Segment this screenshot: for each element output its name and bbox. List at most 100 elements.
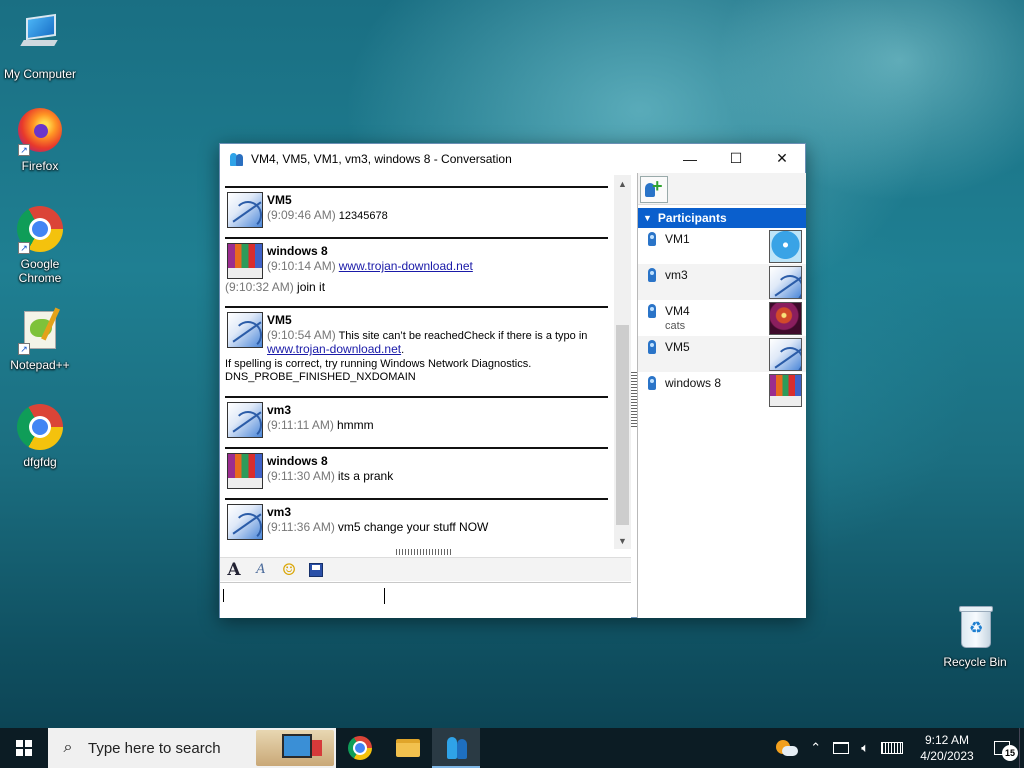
- system-tray: ⌃ 🔈︎ 9:12 AM 4/20/2023 15: [770, 728, 1024, 768]
- folder-icon: [396, 739, 420, 757]
- message-timestamp: (9:09:46 AM): [267, 208, 336, 222]
- notification-badge: 15: [1002, 745, 1018, 761]
- participant-item[interactable]: vm3: [638, 264, 806, 300]
- taskbar-chrome[interactable]: [336, 728, 384, 768]
- taskbar-messenger[interactable]: [432, 728, 480, 768]
- close-button[interactable]: ✕: [759, 144, 805, 173]
- buddy-icon: [648, 304, 656, 318]
- desktop-icon-my-computer[interactable]: My Computer: [0, 8, 80, 81]
- message-sender: VM5: [267, 313, 292, 327]
- volume-button[interactable]: 🔈︎: [855, 728, 875, 768]
- participants-toolbar: +: [638, 173, 806, 205]
- computer-icon: [16, 13, 64, 64]
- action-center-button[interactable]: 15: [985, 728, 1019, 768]
- clock[interactable]: 9:12 AM 4/20/2023: [909, 728, 985, 768]
- chrome-icon: [16, 404, 64, 452]
- scroll-up-icon[interactable]: ▲: [614, 175, 631, 192]
- show-desktop-button[interactable]: [1019, 728, 1024, 768]
- notepad-plus-plus-icon: ↗: [16, 307, 64, 355]
- message-line: (9:10:54 AM) This site can’t be reachedC…: [267, 328, 587, 342]
- message-line: www.trojan-download.net.: [267, 342, 404, 356]
- horizontal-splitter-handle[interactable]: [396, 549, 452, 555]
- input-indicator-button[interactable]: [875, 728, 909, 768]
- conversation-window: VM4, VM5, VM1, vm3, windows 8 - Conversa…: [219, 143, 806, 618]
- message-text: its a prank: [337, 469, 394, 483]
- desktop-icon-label: dfgfdg: [23, 455, 57, 469]
- message-text: 12345678: [338, 210, 388, 222]
- message-scrollbar[interactable]: ▲ ▼: [614, 175, 631, 549]
- avatar: [769, 374, 802, 407]
- smiley-button[interactable]: ☺: [278, 560, 300, 580]
- keyboard-icon: [881, 742, 903, 754]
- participant-item[interactable]: windows 8: [638, 372, 806, 408]
- avatar: [769, 266, 802, 299]
- save-button[interactable]: [306, 560, 326, 580]
- font-button[interactable]: A: [224, 560, 244, 580]
- scroll-thumb[interactable]: [616, 325, 629, 525]
- participant-name: VM5: [665, 340, 690, 354]
- buddy-icon: [648, 376, 656, 390]
- speaker-icon: 🔈︎: [861, 740, 869, 755]
- network-button[interactable]: [827, 728, 855, 768]
- avatar: [227, 192, 263, 228]
- ibeam-cursor-icon: [384, 588, 386, 604]
- firefox-icon: ↗: [16, 108, 64, 156]
- desktop-icon-notepad-plus-plus[interactable]: ↗ Notepad++: [0, 305, 80, 372]
- maximize-button[interactable]: ☐: [713, 144, 759, 173]
- message-link[interactable]: www.trojan-download.net: [339, 259, 473, 273]
- desktop-icon-label: Recycle Bin: [943, 655, 1007, 669]
- search-highlight-icon: [256, 730, 334, 766]
- text-style-button[interactable]: A: [250, 560, 272, 580]
- taskbar-file-explorer[interactable]: [384, 728, 432, 768]
- participants-pane: + ▼ Participants VM1 vm3 VM4 cats VM5 wi…: [637, 173, 806, 618]
- participant-name: vm3: [665, 268, 688, 282]
- recycle-bin-icon: ♻: [951, 604, 999, 652]
- weather-button[interactable]: [770, 728, 804, 768]
- message-timestamp: (9:11:11 AM): [267, 418, 334, 432]
- start-button[interactable]: [0, 728, 48, 768]
- message-link[interactable]: www.trojan-download.net: [267, 342, 401, 356]
- title-bar[interactable]: VM4, VM5, VM1, vm3, windows 8 - Conversa…: [220, 144, 805, 173]
- participant-name: windows 8: [665, 376, 722, 390]
- taskbar: ⌕ Type here to search ⌃ 🔈︎ 9:12 AM 4/20/…: [0, 728, 1024, 768]
- avatar: [227, 504, 263, 540]
- message-line: (9:10:14 AM) www.trojan-download.net: [267, 259, 473, 273]
- message-line: (9:09:46 AM) 12345678: [267, 208, 388, 222]
- participant-item[interactable]: VM5: [638, 336, 806, 372]
- show-hidden-icons-button[interactable]: ⌃: [804, 728, 827, 768]
- scroll-down-icon[interactable]: ▼: [614, 532, 631, 549]
- weather-icon: [776, 740, 799, 756]
- desktop-icon-recycle-bin[interactable]: ♻ Recycle Bin: [935, 602, 1015, 669]
- format-toolbar: A A ☺: [220, 557, 631, 581]
- text-caret: [223, 589, 224, 602]
- message-line: (9:11:11 AM) hmmm: [267, 418, 374, 432]
- chrome-icon: ↗: [16, 206, 64, 254]
- message-item: vm3 (9:11:36 AM) vm5 change your stuff N…: [225, 498, 608, 544]
- desktop-icon-firefox[interactable]: ↗ Firefox: [0, 106, 80, 173]
- message-timestamp: (9:11:36 AM): [267, 520, 335, 534]
- message-item: VM5 (9:10:54 AM) This site can’t be reac…: [225, 306, 608, 391]
- shortcut-arrow-icon: ↗: [18, 343, 30, 355]
- minimize-button[interactable]: —: [667, 144, 713, 173]
- taskbar-search-box[interactable]: ⌕ Type here to search: [48, 728, 336, 768]
- desktop-icon-google-chrome[interactable]: ↗ Google Chrome: [0, 205, 80, 285]
- message-input[interactable]: [220, 582, 631, 618]
- participant-item[interactable]: VM1: [638, 228, 806, 264]
- search-icon: ⌕: [63, 739, 73, 756]
- message-timestamp: (9:10:32 AM): [225, 280, 294, 294]
- buddy-icon: [648, 268, 656, 282]
- buddy-icon: [648, 340, 656, 354]
- add-participant-button[interactable]: +: [640, 176, 668, 203]
- participant-name: VM4: [665, 304, 690, 318]
- message-timestamp: (9:11:30 AM): [267, 469, 335, 483]
- plus-icon: +: [652, 176, 663, 196]
- participants-header[interactable]: ▼ Participants: [638, 208, 806, 228]
- message-text: This site can’t be reachedCheck if there…: [338, 330, 588, 342]
- desktop-icon-dfgfdg[interactable]: dfgfdg: [0, 403, 80, 469]
- participant-item[interactable]: VM4 cats: [638, 300, 806, 336]
- avatar: [769, 230, 802, 263]
- participants-header-label: Participants: [657, 211, 727, 225]
- message-text: DNS_PROBE_FINISHED_NXDOMAIN: [225, 371, 416, 383]
- desktop-icon-label: My Computer: [3, 67, 77, 81]
- message-history[interactable]: VM5 (9:09:46 AM) 12345678 windows 8 (9:1…: [220, 173, 631, 549]
